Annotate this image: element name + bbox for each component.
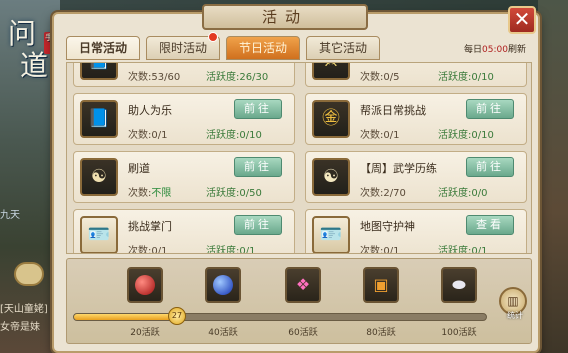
vitality-progress-knob: 27 — [168, 307, 186, 325]
notification-dot-icon — [208, 32, 218, 42]
blue-orb-icon[interactable] — [205, 267, 241, 303]
activity-count: 次数:0/1 — [128, 246, 168, 254]
game-background-right — [538, 0, 568, 353]
activity-count: 次数:0/1 — [360, 130, 400, 141]
vitality-progress-bar — [73, 313, 487, 321]
taiji-icon: ☯ — [312, 158, 350, 196]
activity-vitality: 活跃度:0/1 — [438, 246, 488, 254]
chat-bubble-icon[interactable] — [14, 262, 44, 286]
vitality-progress-fill — [74, 314, 178, 320]
red-orb-icon[interactable] — [127, 267, 163, 303]
treasure-chest-icon[interactable]: ▣ — [363, 267, 399, 303]
activity-card: ⚔ 次数:0/5 活跃度:0/10 — [305, 63, 527, 87]
activity-vitality: 活跃度:0/50 — [206, 188, 262, 199]
activity-count: 次数:0/1 — [360, 246, 400, 254]
crossed-swords-icon: ⚔ — [312, 63, 350, 80]
milestone-label: 80活跃 — [366, 328, 396, 338]
activity-card: 🪪 挑战掌门 前往 次数:0/1 活跃度:0/1 — [73, 209, 295, 254]
game-logo: 问 道 手游 — [8, 18, 62, 88]
activity-list[interactable]: 📘 次数:53/60 活跃度:26/30 ⚔ 次数:0/5 活跃度:0/10 📘… — [66, 62, 532, 254]
activity-count: 次数:0/1 — [128, 130, 168, 141]
activity-name: 挑战掌门 — [128, 220, 172, 233]
count-prefix: 次数: — [128, 188, 152, 199]
activity-name: 助人为乐 — [128, 104, 172, 117]
panel-title: 活动 — [202, 4, 368, 30]
activity-name: 【周】武学历练 — [360, 162, 437, 175]
activity-card: 📘 次数:53/60 活跃度:26/30 — [73, 63, 295, 87]
exp-book-icon: 📘 — [80, 100, 118, 138]
refresh-time: 05:00 — [482, 45, 508, 55]
goto-button[interactable]: 前往 — [466, 99, 514, 119]
count-unlimited: 不限 — [151, 188, 172, 199]
exp-book-icon: 📘 — [80, 63, 118, 80]
activity-card: ㊎ 帮派日常挑战 前往 次数:0/1 活跃度:0/10 — [305, 93, 527, 145]
vitality-rewards: ❖ ▣ ⬬ 27 20活跃 40活跃 60活跃 80活跃 100活跃 ▥ 统计 — [66, 258, 532, 344]
milestone-label: 60活跃 — [288, 328, 318, 338]
refresh-suffix: 刷新 — [507, 45, 526, 55]
tab-festival[interactable]: 节日活动 — [226, 36, 300, 60]
goto-button[interactable]: 前往 — [234, 157, 282, 177]
activity-count: 次数:2/70 — [360, 188, 406, 199]
bar-chart-icon: ▥ — [507, 294, 519, 308]
tab-daily[interactable]: 日常活动 — [66, 36, 140, 60]
activity-card: ☯ 【周】武学历练 前往 次数:2/70 活跃度:0/0 — [305, 151, 527, 203]
tab-other[interactable]: 其它活动 — [306, 36, 380, 60]
activity-vitality: 活跃度:0/10 — [206, 130, 262, 141]
taiji-scroll-icon: ☯ — [80, 158, 118, 196]
stats-button[interactable]: ▥ 统计 — [499, 287, 527, 320]
activity-name: 帮派日常挑战 — [360, 104, 426, 117]
silver-ingot-icon[interactable]: ⬬ — [441, 267, 477, 303]
activity-card: 🪪 地图守护神 查看 次数:0/1 活跃度:0/1 — [305, 209, 527, 254]
id-card-icon: 🪪 — [80, 216, 118, 253]
refresh-prefix: 每日 — [464, 45, 483, 55]
gong-coin-icon: ㊎ — [312, 100, 350, 138]
activity-card: ☯ 刷道 前往 次数:不限 活跃度:0/50 — [73, 151, 295, 203]
milestone-label: 40活跃 — [208, 328, 238, 338]
goto-button[interactable]: 前往 — [234, 99, 282, 119]
activity-card: 📘 助人为乐 前往 次数:0/1 活跃度:0/10 — [73, 93, 295, 145]
activity-vitality: 活跃度:0/0 — [438, 188, 488, 199]
goto-button[interactable]: 前往 — [234, 215, 282, 235]
activity-count: 次数:0/5 — [360, 72, 400, 83]
activity-count: 次数:不限 — [128, 184, 171, 199]
activity-vitality: 活跃度:0/10 — [438, 72, 494, 83]
pink-gems-icon[interactable]: ❖ — [285, 267, 321, 303]
view-button[interactable]: 查看 — [466, 215, 514, 235]
activity-count: 次数:53/60 — [128, 72, 181, 83]
milestone-label: 20活跃 — [130, 328, 160, 338]
close-icon: ✕ — [513, 7, 531, 31]
milestone-label: 100活跃 — [441, 328, 477, 338]
activity-vitality: 活跃度:26/30 — [206, 72, 269, 83]
id-card-icon: 🪪 — [312, 216, 350, 253]
activity-vitality: 活跃度:0/1 — [206, 246, 256, 254]
activity-name: 地图守护神 — [360, 220, 415, 233]
activity-vitality: 活跃度:0/10 — [438, 130, 494, 141]
activity-name: 刷道 — [128, 162, 150, 175]
goto-button[interactable]: 前往 — [466, 157, 514, 177]
refresh-info: 每日05:00刷新 — [464, 42, 526, 55]
close-button[interactable]: ✕ — [508, 6, 536, 34]
stats-label: 统计 — [507, 311, 523, 320]
